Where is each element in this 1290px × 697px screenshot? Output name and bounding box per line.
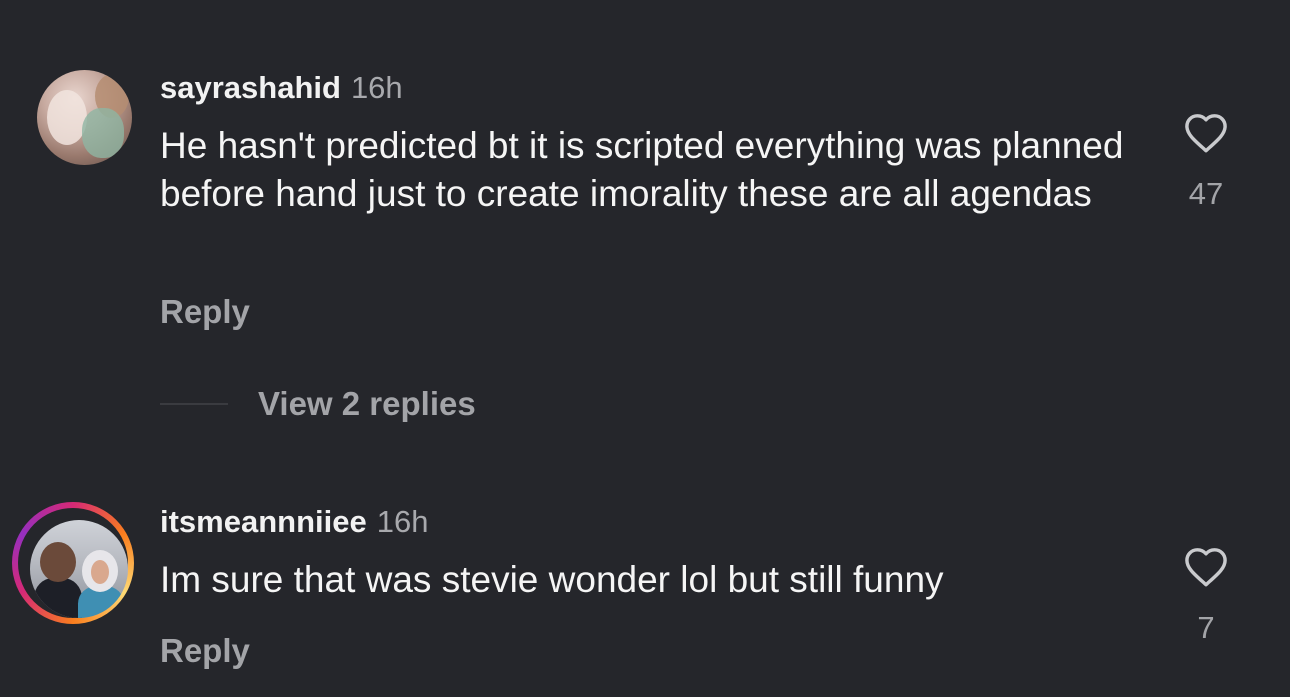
reply-button[interactable]: Reply <box>160 293 250 331</box>
like-count: 47 <box>1188 176 1224 211</box>
thread-divider <box>160 403 228 405</box>
username[interactable]: itsmeannniiee <box>160 504 367 539</box>
comment-text: Im sure that was stevie wonder lol but s… <box>160 559 944 600</box>
username[interactable]: sayrashahid <box>160 70 341 105</box>
timestamp: 16h <box>350 70 403 105</box>
avatar[interactable] <box>37 70 132 165</box>
avatar[interactable] <box>30 520 128 618</box>
like-count: 7 <box>1197 610 1215 645</box>
view-replies-label: View 2 replies <box>258 385 476 422</box>
comment-header: itsmeannniiee 16h <box>160 504 428 540</box>
comments-panel: sayrashahid 16h He hasn't predicted bt it… <box>0 0 1290 697</box>
like-control: 7 <box>1166 546 1246 646</box>
comment-text: He hasn't predicted bt it is scripted ev… <box>160 125 1124 214</box>
comment-header: sayrashahid 16h <box>160 70 403 106</box>
story-ring[interactable] <box>12 502 134 624</box>
view-replies-button[interactable]: View 2 replies <box>160 384 476 424</box>
timestamp: 16h <box>376 504 429 539</box>
heart-outline-icon[interactable] <box>1183 112 1229 154</box>
reply-button[interactable]: Reply <box>160 632 250 670</box>
like-control: 47 <box>1166 112 1246 212</box>
heart-outline-icon[interactable] <box>1183 546 1229 588</box>
